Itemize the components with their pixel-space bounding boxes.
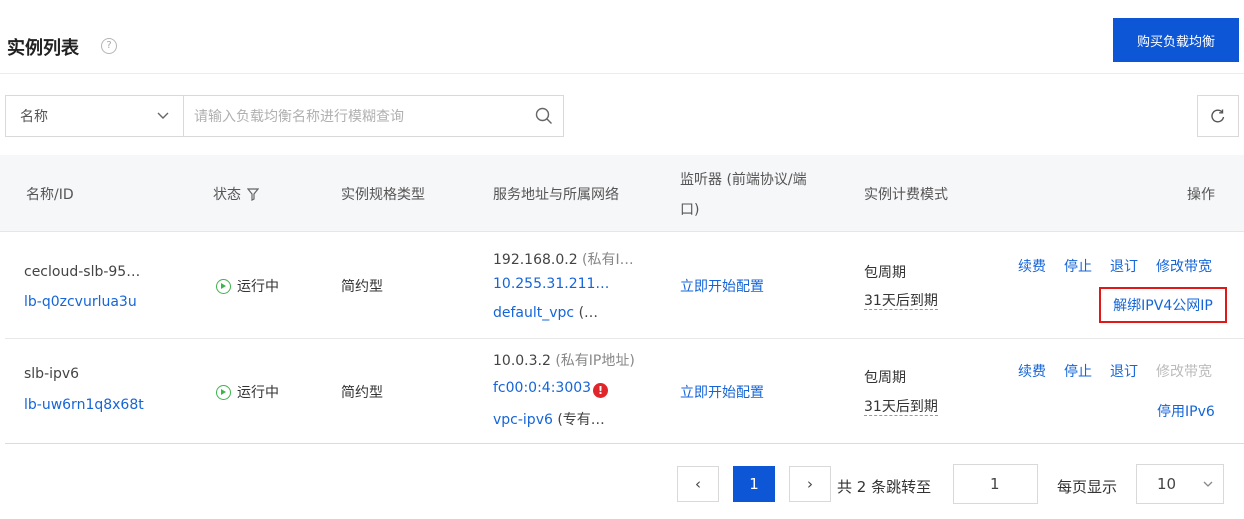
filter-icon[interactable] [247,187,259,201]
per-page-select[interactable]: 10 [1136,464,1224,504]
header-divider [0,73,1244,74]
chevron-down-icon [157,112,169,119]
row1-renew-link[interactable]: 续费 [1018,256,1046,276]
col-listener-line2: 口) [680,202,700,218]
running-icon [216,278,231,294]
col-spec: 实例规格类型 [341,187,425,203]
col-operations: 操作 [1187,187,1215,203]
row2-name: slb-ipv6 [24,366,80,382]
row2-address-link[interactable]: fc00:0:4:3003! [493,380,609,398]
col-listener-line1: 监听器 (前端协议/端 [680,172,807,188]
row1-status: 运行中 [216,276,279,296]
page-1-button[interactable]: 1 [733,466,775,502]
row1-id-link[interactable]: lb-q0zcvurlua3u [24,294,137,310]
chevron-down-icon [1203,481,1213,487]
refresh-icon [1211,109,1225,123]
row-divider [5,338,1244,339]
row1-billing: 包周期 [864,265,906,281]
row2-id-link[interactable]: lb-uw6rn1q8x68t [24,397,144,413]
row2-expire: 31天后到期 [864,399,938,416]
row2-listener-config-link[interactable]: 立即开始配置 [680,382,764,402]
row2-disable-ipv6-link[interactable]: 停用IPv6 [1157,401,1215,421]
row1-unsubscribe-link[interactable]: 退订 [1110,256,1138,276]
col-status: 状态 [213,184,259,204]
filter-field-select[interactable]: 名称 [5,95,184,137]
table-bottom-divider [5,443,1244,444]
search-icon[interactable] [535,107,553,125]
row2-unsubscribe-link[interactable]: 退订 [1110,361,1138,381]
row2-vpc[interactable]: vpc-ipv6 (专有… [493,409,605,429]
next-page-button[interactable]: › [789,466,831,502]
row1-name: cecloud-slb-95… [24,264,141,280]
row1-status-label: 运行中 [237,279,279,295]
per-page-value: 10 [1157,475,1177,493]
buy-load-balancer-button[interactable]: 购买负载均衡 [1113,18,1239,62]
row2-spec: 简约型 [341,385,383,401]
error-icon[interactable]: ! [593,383,609,398]
row1-spec: 简约型 [341,279,383,295]
row2-status: 运行中 [216,382,279,402]
search-placeholder: 请输入负载均衡名称进行模糊查询 [194,109,404,125]
table-header: 名称/ID 状态 实例规格类型 服务地址与所属网络 监听器 (前端协议/端 口)… [0,155,1244,232]
page-title: 实例列表 [7,38,79,59]
help-icon[interactable]: ? [101,38,117,54]
row1-vpc[interactable]: default_vpc (… [493,305,598,321]
row2-renew-link[interactable]: 续费 [1018,361,1046,381]
per-page-label: 每页显示 [1057,478,1118,496]
filter-field-selected: 名称 [20,109,48,125]
col-address: 服务地址与所属网络 [493,187,619,203]
refresh-button[interactable] [1197,95,1239,137]
col-billing: 实例计费模式 [864,187,948,203]
row2-modify-bandwidth-disabled: 修改带宽 [1156,364,1212,380]
total-and-jump-label: 共 2 条跳转至 [837,478,932,496]
row1-stop-link[interactable]: 停止 [1064,256,1092,276]
running-icon [216,384,231,400]
row2-stop-link[interactable]: 停止 [1064,361,1092,381]
row2-private-ip: 10.0.3.2 (私有IP地址) [493,353,635,369]
row2-billing: 包周期 [864,370,906,386]
jump-page-input[interactable]: 1 [953,464,1038,504]
prev-page-button[interactable]: ‹ [677,466,719,502]
row1-unbind-ipv4-link[interactable]: 解绑IPV4公网IP [1099,287,1227,323]
row2-status-label: 运行中 [237,385,279,401]
col-name-id: 名称/ID [26,187,74,203]
row1-expire: 31天后到期 [864,293,938,310]
row1-modify-bandwidth-link[interactable]: 修改带宽 [1156,256,1212,276]
col-status-label: 状态 [213,187,241,203]
row1-private-ip: 192.168.0.2 (私有I… [493,252,634,268]
row1-listener-config-link[interactable]: 立即开始配置 [680,276,764,296]
row1-address-link[interactable]: 10.255.31.211… [493,276,609,292]
search-input[interactable]: 请输入负载均衡名称进行模糊查询 [183,95,564,137]
